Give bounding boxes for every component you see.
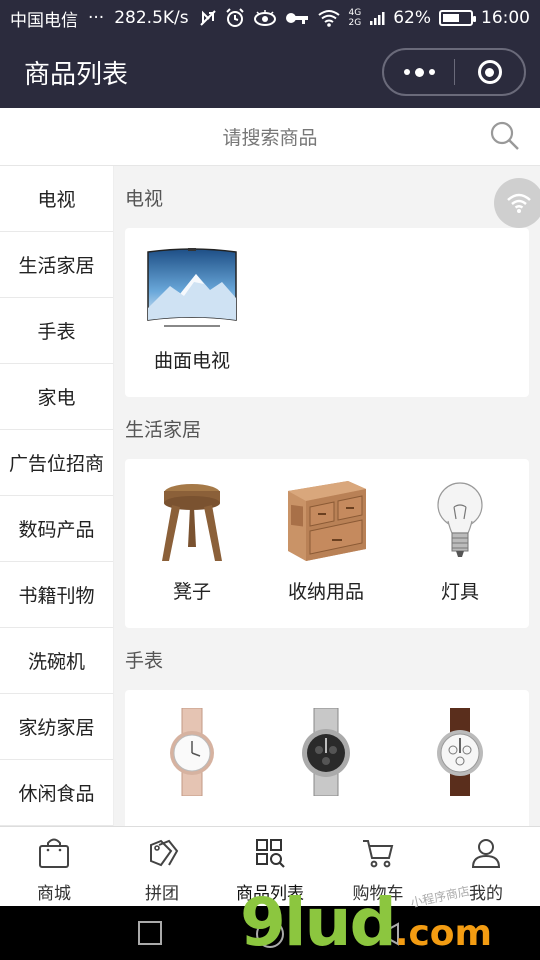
battery-percent: 62% (393, 8, 431, 28)
alarm-icon (225, 8, 245, 28)
system-nav-bar (0, 906, 540, 960)
tab-label: 拼团 (145, 884, 179, 904)
sidebar-item-dishwasher[interactable]: 洗碗机 (0, 628, 113, 694)
user-icon (469, 837, 503, 873)
sidebar-item-home-living[interactable]: 生活家居 (0, 232, 113, 298)
product-card-home-living: 凳子 收纳用品 灯具 (125, 459, 529, 628)
network-4g-label: 4G (348, 8, 362, 18)
product-item[interactable] (393, 708, 527, 808)
more-dot-icon (414, 67, 424, 77)
wifi-icon (317, 9, 341, 27)
sidebar-item-books[interactable]: 书籍刊物 (0, 562, 113, 628)
tab-group-buy[interactable]: 拼团 (108, 827, 216, 906)
more-dot-icon (403, 69, 410, 75)
wifi-icon (507, 193, 531, 213)
tab-product-list[interactable]: 商品列表 (216, 827, 324, 906)
network-2g-label: 2G (348, 18, 362, 28)
sidebar-item-ad-space[interactable]: 广告位招商 (0, 430, 113, 496)
tab-label: 商城 (37, 884, 71, 904)
more-dot-icon (428, 69, 435, 75)
grid-search-icon (253, 837, 287, 873)
tab-label: 购物车 (352, 884, 404, 904)
status-dots: ··· (88, 8, 105, 28)
steel-chronograph-watch-image (278, 708, 374, 796)
product-item[interactable]: 曲面电视 (125, 246, 259, 373)
title-bar: 商品列表 (0, 36, 540, 108)
category-sidebar: 电视 生活家居 手表 家电 广告位招商 数码产品 书籍刊物 洗碗机 家纺家居 休… (0, 166, 114, 826)
product-item[interactable]: 灯具 (393, 477, 527, 604)
section-title-tv: 电视 (125, 187, 164, 210)
carrier-label: 中国电信 (10, 10, 78, 31)
status-bar: 中国电信 ··· 282.5K/s 4G 2G 62% 16:00 (0, 0, 540, 36)
section-title-home-living: 生活家居 (125, 418, 202, 441)
tab-mall[interactable]: 商城 (0, 827, 108, 906)
recent-apps-button[interactable] (138, 921, 162, 945)
key-icon (285, 11, 309, 25)
close-mini-program-button[interactable] (455, 50, 524, 94)
mini-program-capsule (382, 48, 526, 96)
tag-group-icon (145, 837, 179, 873)
storage-box-image (278, 477, 374, 565)
target-close-icon (477, 60, 502, 84)
search-input[interactable]: 请搜索商品 (222, 123, 317, 150)
product-card-watches (125, 690, 529, 826)
product-item[interactable] (259, 708, 393, 808)
page-title: 商品列表 (24, 59, 129, 90)
battery-fill (443, 14, 459, 22)
curved-tv-image (144, 246, 240, 334)
search-bar[interactable]: 请搜索商品 (0, 108, 540, 166)
rose-gold-watch-image (144, 708, 240, 796)
tab-label: 我的 (469, 884, 503, 904)
light-bulb-image (412, 477, 508, 565)
product-list: 电视 曲面电视 生活家居 凳子 收纳用品 灯具 手表 (114, 166, 540, 826)
product-card-tv: 曲面电视 (125, 228, 529, 397)
cart-icon (361, 837, 395, 873)
floating-wifi-button[interactable] (494, 178, 540, 228)
no-nfc-icon (199, 9, 217, 27)
section-title-watches: 手表 (125, 649, 164, 672)
sidebar-item-watches[interactable]: 手表 (0, 298, 113, 364)
home-button[interactable] (256, 920, 284, 948)
product-name: 凳子 (172, 581, 211, 603)
eye-icon (253, 10, 277, 26)
sidebar-item-tv[interactable]: 电视 (0, 166, 113, 232)
sidebar-item-snacks[interactable]: 休闲食品 (0, 760, 113, 826)
back-triangle-icon (377, 922, 399, 946)
signal-bars-icon (369, 10, 385, 26)
product-name: 收纳用品 (287, 581, 364, 603)
network-speed: 282.5K/s (114, 8, 189, 28)
clock: 16:00 (481, 8, 530, 28)
sidebar-item-textiles[interactable]: 家纺家居 (0, 694, 113, 760)
sidebar-item-appliances[interactable]: 家电 (0, 364, 113, 430)
shopping-bag-icon (37, 837, 71, 873)
product-item[interactable]: 收纳用品 (259, 477, 393, 604)
back-button[interactable] (376, 921, 402, 951)
product-item[interactable]: 凳子 (125, 477, 259, 604)
battery-icon (439, 10, 476, 26)
cell-signal-icon: 4G 2G (349, 8, 362, 28)
tab-label: 商品列表 (236, 884, 304, 904)
product-item[interactable] (125, 708, 259, 808)
stool-image (144, 477, 240, 565)
search-icon[interactable] (490, 121, 520, 155)
product-name: 灯具 (440, 581, 479, 603)
product-name: 曲面电视 (153, 350, 230, 372)
more-menu-button[interactable] (384, 50, 454, 94)
sidebar-item-digital[interactable]: 数码产品 (0, 496, 113, 562)
leather-strap-watch-image (412, 708, 508, 796)
